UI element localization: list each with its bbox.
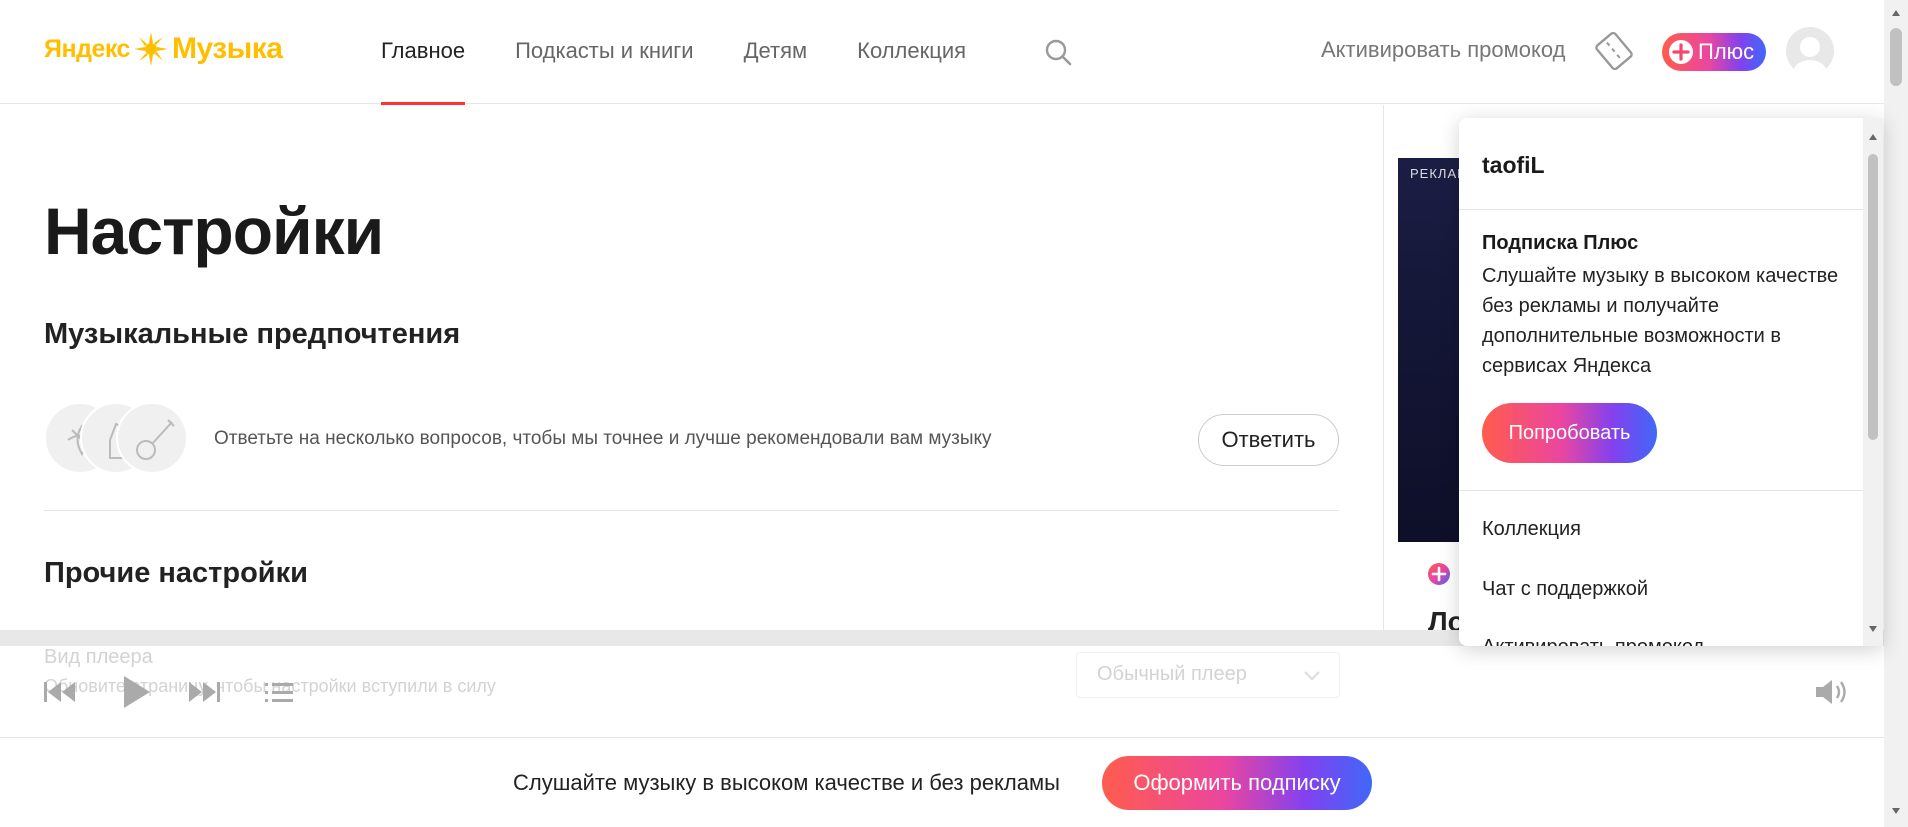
player-view-value: Обычный плеер <box>1097 663 1247 685</box>
section-divider <box>44 510 1339 511</box>
page-scrollbar[interactable] <box>1884 0 1908 827</box>
dropdown-scroll-thumb[interactable] <box>1868 154 1878 440</box>
previous-track-icon[interactable] <box>42 680 78 704</box>
scroll-up-arrow-icon[interactable] <box>1891 8 1901 18</box>
search-icon[interactable] <box>1043 37 1073 67</box>
logo-yandex-text: Яндекс <box>44 34 130 63</box>
try-plus-button[interactable]: Попробовать <box>1482 403 1657 463</box>
guitar-icon <box>116 402 188 474</box>
genre-icons <box>44 402 194 478</box>
avatar[interactable] <box>1786 27 1834 75</box>
menu-item-support-chat[interactable]: Чат с поддержкой <box>1482 578 1648 601</box>
nav-item-collection[interactable]: Коллекция <box>857 0 966 104</box>
subscription-promo-bar: Слушайте музыку в высоком качестве и без… <box>0 738 1884 827</box>
playlist-icon[interactable] <box>264 680 294 704</box>
promo-text: Слушайте музыку в высоком качестве и без… <box>513 770 1060 795</box>
chevron-down-icon <box>1304 671 1320 681</box>
page-scroll-thumb[interactable] <box>1890 28 1902 86</box>
main-nav: Главное Подкасты и книги Детям Коллекция <box>381 0 1016 105</box>
nav-item-kids[interactable]: Детям <box>744 0 808 104</box>
preferences-description: Ответьте на несколько вопросов, чтобы мы… <box>214 428 992 449</box>
subscription-title: Подписка Плюс <box>1482 232 1639 254</box>
music-preferences-title: Музыкальные предпочтения <box>44 318 461 350</box>
volume-icon[interactable] <box>1814 678 1850 706</box>
activate-promo-link[interactable]: Активировать промокод <box>1321 37 1565 63</box>
dropdown-separator <box>1459 209 1863 210</box>
nav-item-podcasts[interactable]: Подкасты и книги <box>515 0 694 104</box>
play-icon[interactable] <box>120 674 152 710</box>
logo-music-text: Музыка <box>171 32 283 65</box>
player-view-label: Вид плеера <box>44 646 153 668</box>
menu-item-activate-promo[interactable]: Активировать промокод <box>1482 636 1704 646</box>
player-view-select[interactable]: Обычный плеер <box>1076 652 1340 698</box>
plus-label: Плюс <box>1698 39 1755 64</box>
answer-button[interactable]: Ответить <box>1198 414 1339 466</box>
ticket-icon[interactable] <box>1595 30 1633 72</box>
menu-item-collection[interactable]: Коллекция <box>1482 518 1581 541</box>
scroll-down-arrow-icon[interactable] <box>1868 624 1878 634</box>
header: Яндекс Музыка Главное Подкасты и книги Д… <box>0 0 1884 105</box>
username: taofiL <box>1482 152 1545 178</box>
profile-dropdown: taofiL Подписка Плюс Слушайте музыку в в… <box>1459 118 1883 646</box>
sun-icon <box>133 32 168 66</box>
plus-button[interactable]: Плюс <box>1662 33 1766 71</box>
plus-icon <box>1669 40 1693 64</box>
scroll-up-arrow-icon[interactable] <box>1868 132 1878 142</box>
plus-logo-icon <box>1428 563 1450 585</box>
dropdown-scrollbar[interactable] <box>1863 118 1883 646</box>
next-track-icon[interactable] <box>186 680 222 704</box>
settings-page: Настройки Музыкальные предпочтения Ответ… <box>0 105 1383 630</box>
content-divider <box>1383 105 1384 630</box>
dropdown-separator <box>1459 490 1863 491</box>
scroll-down-arrow-icon[interactable] <box>1891 806 1901 816</box>
nav-item-main[interactable]: Главное <box>381 0 466 105</box>
user-silhouette-icon <box>1793 37 1827 75</box>
logo[interactable]: Яндекс Музыка <box>44 32 283 66</box>
page-title: Настройки <box>44 194 384 268</box>
player: Вид плеера Обновите страницу, чтобы наст… <box>0 646 1884 738</box>
subscription-description: Слушайте музыку в высоком качестве без р… <box>1482 265 1839 377</box>
other-settings-title: Прочие настройки <box>44 557 308 589</box>
subscribe-button[interactable]: Оформить подписку <box>1102 756 1372 810</box>
